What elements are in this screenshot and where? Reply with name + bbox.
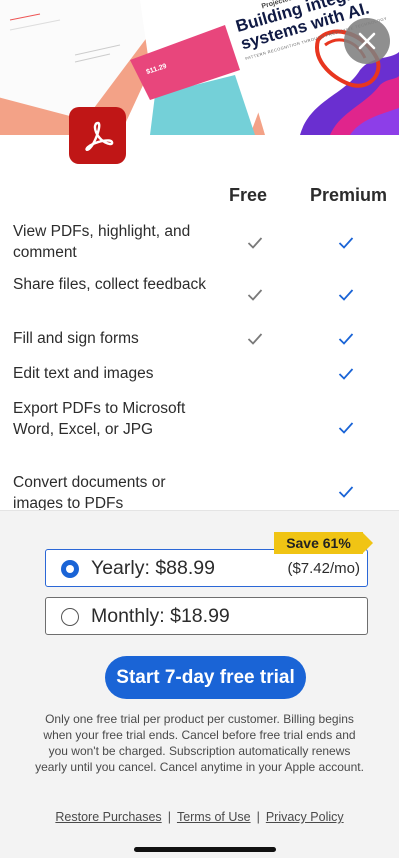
restore-purchases-link[interactable]: Restore Purchases [55,810,161,824]
plan-yearly-label: Yearly: $88.99 [91,557,215,579]
feature-label-edit-text: Edit text and images [13,365,154,382]
radio-selected-icon[interactable] [61,560,79,578]
premium-check-icon [338,332,354,346]
free-check-icon [247,236,263,250]
acrobat-logo-icon [84,121,113,151]
footer-separator: | [167,810,171,824]
column-header-premium: Premium [310,185,388,205]
subscription-sheet: Save 61% Yearly: $88.99 ($7.42/mo) Month… [0,510,399,858]
plan-option-monthly[interactable]: Monthly: $18.99 [45,597,368,635]
feature-label-fill-sign: Fill and sign forms [13,330,139,347]
save-badge: Save 61% [274,532,363,554]
plan-yearly-monthly-equivalent: ($7.42/mo) [287,560,360,577]
trial-fine-print: Only one free trial per product per cust… [35,712,364,774]
plan-monthly-label: Monthly: $18.99 [91,605,230,627]
premium-check-icon [338,288,354,302]
plan-option-yearly[interactable]: Yearly: $88.99 ($7.42/mo) [45,549,368,587]
free-check-icon [247,288,263,302]
feature-label-convert-docs: Convert documents or images to PDFs [13,474,166,512]
premium-check-icon [338,485,354,499]
terms-of-use-link[interactable]: Terms of Use [177,810,251,824]
close-icon [358,32,376,50]
hero-banner: Projected Building integrated systems wi… [0,0,399,135]
feature-label-view-pdfs: View PDFs, highlight, and comment [13,223,191,261]
privacy-policy-link[interactable]: Privacy Policy [266,810,344,824]
premium-check-icon [338,236,354,250]
premium-check-icon [338,367,354,381]
acrobat-app-icon [69,107,126,164]
radio-unselected-icon[interactable] [61,608,79,626]
column-header-free: Free [229,185,268,205]
start-trial-button[interactable]: Start 7-day free trial [105,656,306,699]
footer-separator: | [256,810,260,824]
home-indicator[interactable] [134,847,276,852]
premium-check-icon [338,421,354,435]
free-check-icon [247,332,263,346]
feature-label-export-pdfs: Export PDFs to Microsoft Word, Excel, or… [13,400,186,438]
footer-links: Restore Purchases | Terms of Use | Privacy P… [0,810,399,824]
feature-label-share-files: Share files, collect feedback [13,276,206,293]
close-button[interactable] [344,18,390,64]
save-badge-tail [362,532,373,554]
